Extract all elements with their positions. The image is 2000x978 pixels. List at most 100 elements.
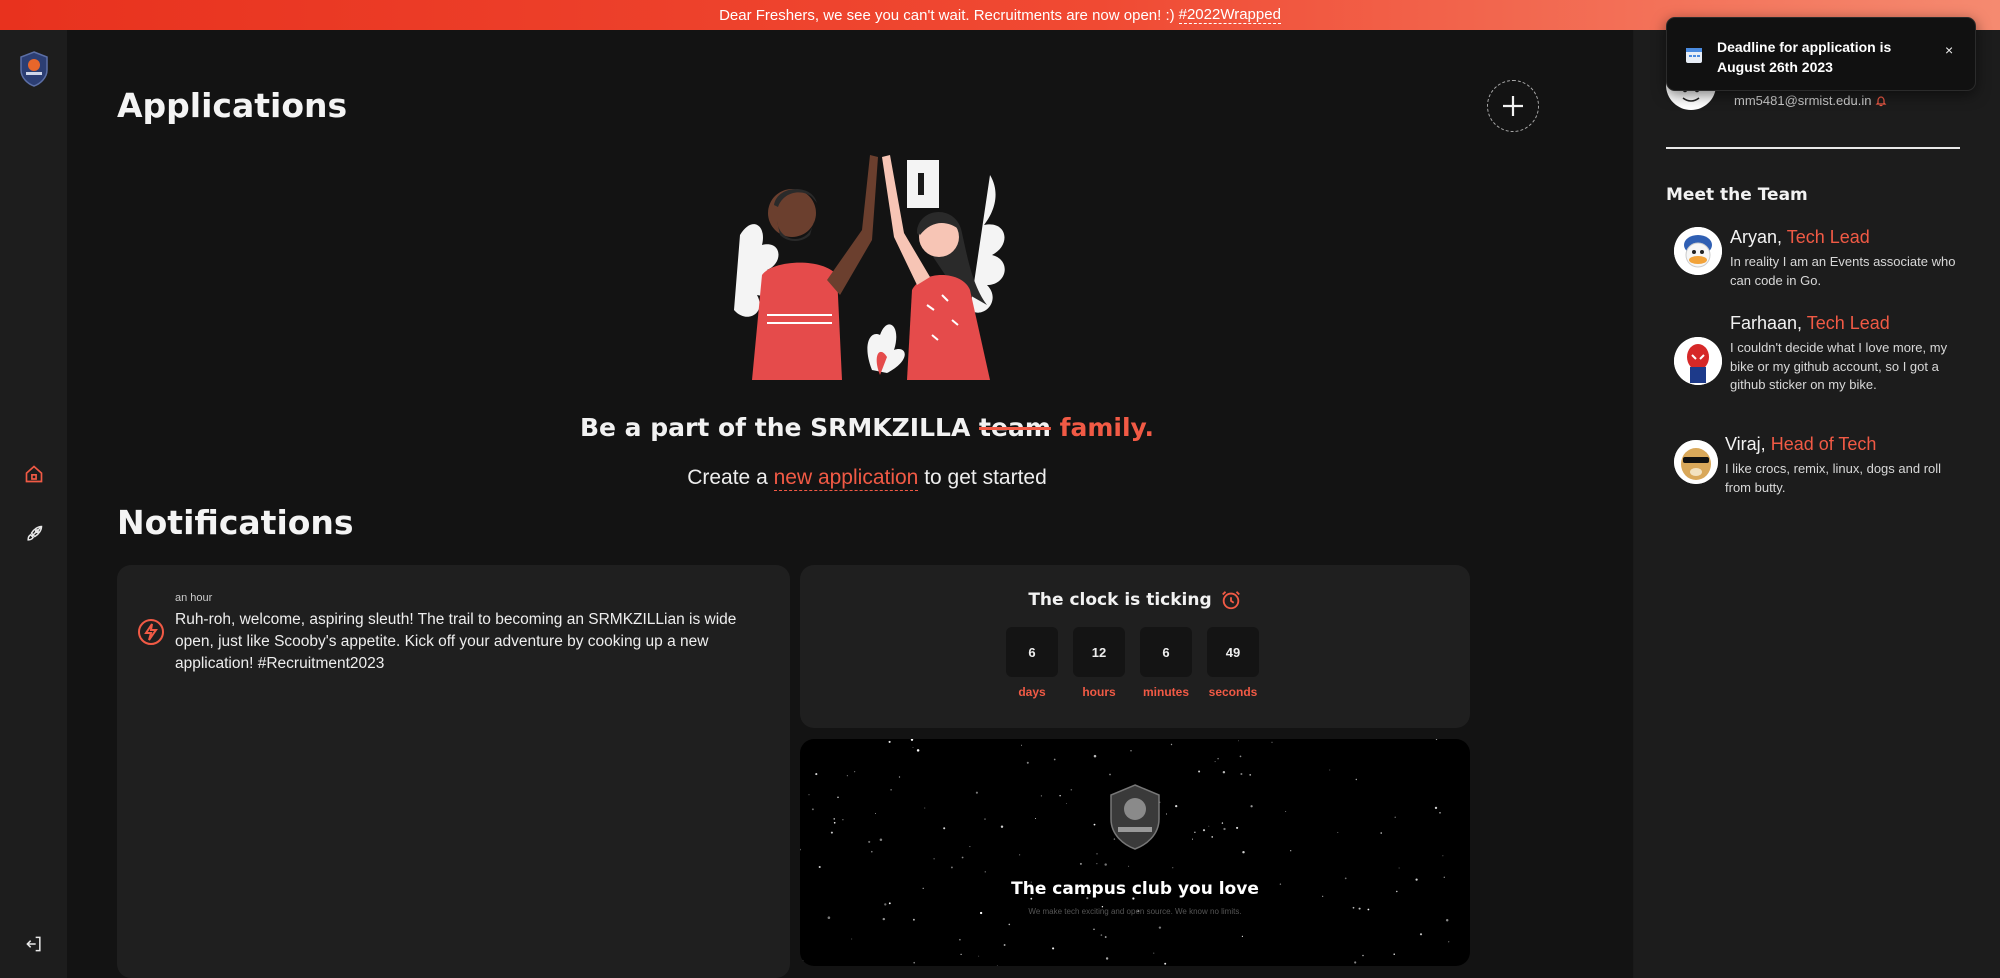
star	[924, 807, 926, 809]
tagline-prefix: Be a part of the SRMKZILLA	[579, 413, 971, 442]
star	[961, 856, 964, 859]
star	[882, 917, 886, 921]
notification-message: Ruh-roh, welcome, aspiring sleuth! The t…	[175, 611, 737, 672]
countdown-minutes: 6 minutes	[1140, 627, 1192, 699]
star	[1236, 826, 1239, 829]
star	[833, 818, 835, 820]
star	[1393, 953, 1395, 955]
star	[1419, 933, 1423, 936]
star	[1096, 863, 1098, 865]
home-icon	[25, 465, 43, 483]
star	[969, 846, 971, 848]
toast-message: Deadline for application is August 26th …	[1717, 39, 1892, 75]
star	[1448, 941, 1450, 943]
star	[933, 858, 935, 860]
star	[1208, 825, 1210, 827]
bell-icon[interactable]	[1875, 95, 1887, 107]
new-application-link[interactable]: new application	[773, 466, 919, 491]
countdown-days-value: 6	[1006, 627, 1058, 677]
star	[1128, 865, 1130, 867]
logout-button[interactable]	[20, 930, 48, 958]
star	[842, 819, 844, 821]
user-email-row: mm5481@srmist.edu.in	[1734, 93, 1887, 108]
star	[1442, 855, 1444, 857]
star	[888, 740, 891, 743]
star	[1003, 944, 1006, 946]
star	[1040, 795, 1043, 797]
countdown-days: 6 days	[1006, 627, 1058, 699]
star	[1355, 778, 1358, 781]
star	[888, 902, 891, 905]
star	[1211, 836, 1214, 838]
meet-the-team-heading: Meet the Team	[1666, 185, 1808, 205]
star	[1008, 923, 1011, 926]
star	[1035, 818, 1037, 819]
subline-suffix: to get started	[924, 466, 1047, 489]
promo-title: The campus club you love	[1011, 879, 1259, 899]
countdown-title: The clock is ticking	[1028, 590, 1212, 610]
star	[875, 813, 876, 814]
banner-hashtag-link[interactable]: #2022Wrapped	[1178, 6, 1281, 24]
main-content: Applications Be a part of the SRMKZILLA …	[67, 30, 1633, 978]
countdown-seconds-value: 49	[1207, 627, 1259, 677]
donald-duck-avatar	[1674, 227, 1722, 275]
star	[1198, 770, 1201, 773]
star	[851, 938, 853, 940]
star	[1445, 919, 1449, 922]
star	[1021, 744, 1022, 746]
star	[833, 821, 836, 824]
user-email: mm5481@srmist.edu.in	[1734, 93, 1872, 108]
star	[1104, 936, 1107, 938]
star	[871, 850, 873, 853]
star	[1079, 862, 1082, 865]
calendar-icon	[1686, 48, 1702, 63]
sidebar	[0, 30, 67, 978]
notification-card: an hour Ruh-roh, welcome, aspiring sleut…	[117, 565, 790, 978]
countdown-card: The clock is ticking 6 days 12 hours 6 m…	[800, 565, 1470, 728]
nav-home[interactable]	[20, 460, 48, 488]
toast-close-button[interactable]: ×	[1945, 42, 1953, 58]
tagline-accent: family.	[1059, 413, 1155, 442]
star	[1362, 954, 1364, 957]
applications-tagline: Be a part of the SRMKZILLA team family.	[67, 413, 1667, 442]
star	[975, 791, 978, 794]
star	[1443, 876, 1445, 878]
star	[1394, 816, 1396, 818]
doge-avatar	[1674, 440, 1718, 484]
star	[801, 960, 804, 963]
applications-subline: Create a new application to get started	[67, 466, 1667, 491]
nav-applications[interactable]	[20, 520, 48, 548]
campus-club-promo-card[interactable]: The campus club you love We make tech ex…	[800, 739, 1470, 966]
star	[1165, 813, 1168, 815]
member-name: Farhaan,	[1730, 313, 1803, 333]
star	[960, 953, 962, 956]
star	[1153, 952, 1155, 954]
add-application-button[interactable]	[1487, 80, 1539, 132]
star	[800, 848, 801, 851]
star	[912, 747, 914, 748]
star	[1000, 825, 1004, 828]
star	[1435, 739, 1438, 741]
star	[890, 788, 892, 791]
star	[1026, 761, 1029, 764]
star	[1249, 774, 1252, 776]
star	[879, 838, 883, 842]
star	[854, 771, 856, 773]
star	[830, 831, 833, 834]
countdown-hours-label: hours	[1082, 685, 1116, 699]
star	[1434, 806, 1438, 810]
star	[916, 749, 920, 752]
star	[1109, 773, 1111, 776]
star	[1164, 962, 1167, 965]
star	[1240, 772, 1243, 776]
star	[1172, 867, 1174, 869]
srmkzilla-logo-icon[interactable]	[18, 50, 50, 88]
star	[1066, 803, 1067, 804]
countdown-hours-value: 12	[1073, 627, 1125, 677]
star	[1192, 838, 1193, 840]
star	[1217, 757, 1219, 760]
star	[811, 808, 814, 811]
star	[1380, 832, 1382, 834]
star	[1241, 935, 1244, 938]
lightning-icon	[138, 619, 164, 645]
